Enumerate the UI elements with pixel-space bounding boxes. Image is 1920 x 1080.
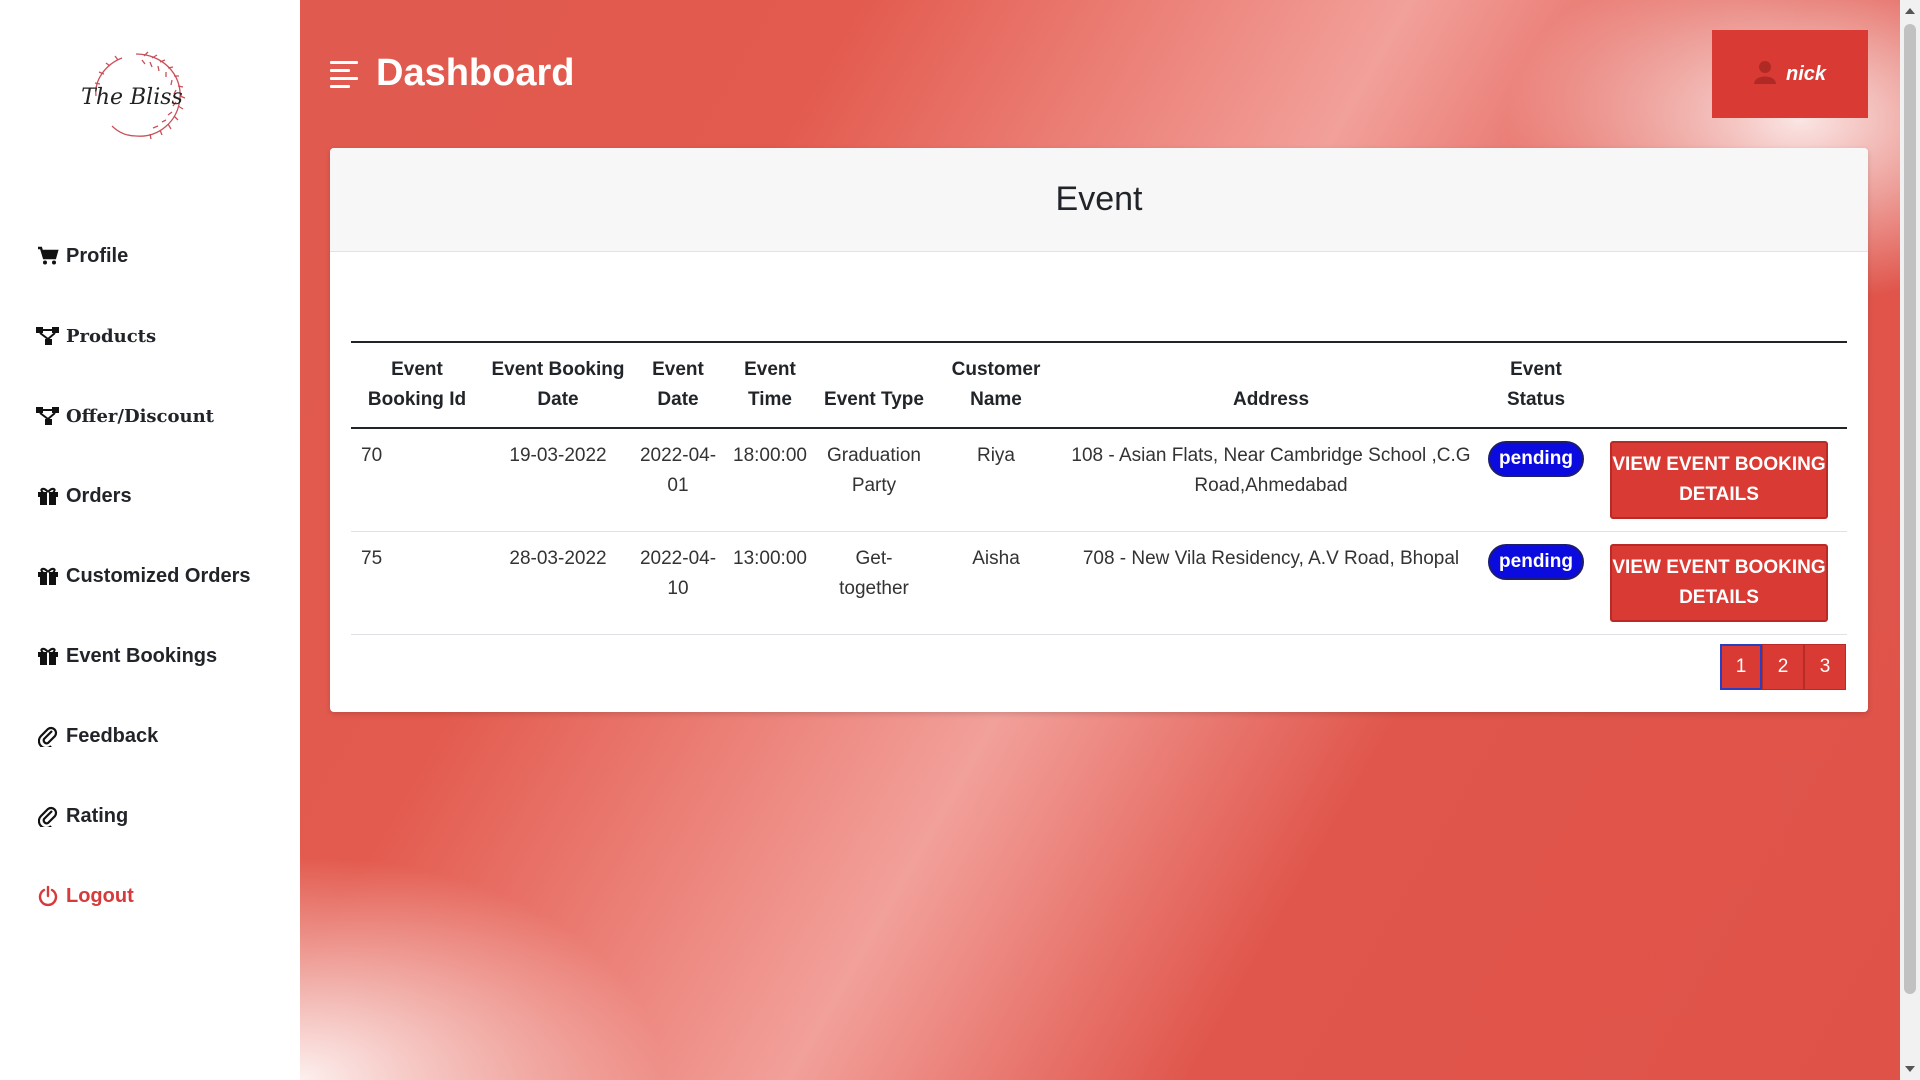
col-event-time: Event Time	[723, 341, 817, 429]
cell-booking-date: 19-03-2022	[483, 428, 633, 532]
cell-address: 108 - Asian Flats, Near Cambridge School…	[1061, 428, 1481, 532]
cell-booking-id: 75	[351, 531, 483, 635]
brand-logo[interactable]: The Bliss	[82, 48, 190, 142]
col-event-date: Event Date	[633, 341, 723, 429]
table-header-row: Event Booking Id Event Booking Date Even…	[351, 341, 1847, 429]
sidebar-item-offer-discount[interactable]: Offer/Discount	[36, 376, 286, 456]
col-address: Address	[1061, 341, 1481, 429]
power-icon	[36, 884, 60, 908]
user-menu-button[interactable]: nick	[1712, 30, 1868, 118]
sidebar-item-customized-orders[interactable]: Customized Orders	[36, 536, 286, 616]
col-event-type: Event Type	[817, 341, 931, 429]
sidebar-item-label: Feedback	[66, 724, 159, 747]
card-title: Event	[1055, 180, 1143, 218]
main-content: Dashboard nick Event Event Booking Id Ev…	[300, 0, 1900, 1080]
sidebar-item-label: Customized Orders	[66, 564, 251, 587]
sidebar-item-label: Products	[66, 325, 157, 347]
scroll-up-arrow-icon[interactable]	[1905, 8, 1915, 14]
sidebar-item-label: Profile	[66, 244, 129, 267]
sidebar-item-label: Logout	[66, 884, 134, 907]
page-button-2[interactable]: 2	[1762, 644, 1804, 690]
col-booking-id: Event Booking Id	[351, 341, 483, 429]
page-title: Dashboard	[376, 52, 575, 94]
cell-event-type: Graduation Party	[817, 428, 931, 532]
sidebar-item-event-bookings[interactable]: Event Bookings	[36, 616, 286, 696]
user-icon	[1753, 60, 1776, 89]
cell-event-type: Get-together	[817, 531, 931, 635]
sitemap-icon	[36, 324, 60, 348]
sitemap-icon	[36, 404, 60, 428]
svg-text:The Bliss: The Bliss	[82, 85, 183, 110]
event-table: Event Booking Id Event Booking Date Even…	[351, 341, 1847, 635]
page-button-1[interactable]: 1	[1720, 644, 1762, 690]
gift-icon	[36, 644, 60, 668]
sidebar-item-rating[interactable]: Rating	[36, 776, 286, 856]
cell-action: VIEW EVENT BOOKING DETAILS	[1591, 428, 1847, 532]
sidebar-item-orders[interactable]: Orders	[36, 456, 286, 536]
sidebar-item-profile[interactable]: Profile	[36, 216, 286, 296]
cell-status: pending	[1481, 428, 1591, 532]
status-badge: pending	[1488, 441, 1584, 477]
cell-event-time: 18:00:00	[723, 428, 817, 532]
logo-wreath-icon: The Bliss	[82, 51, 186, 140]
page-header: Dashboard	[330, 52, 574, 95]
sidebar-item-label: Event Bookings	[66, 644, 218, 667]
event-card: Event Event Booking Id Event Booking Dat…	[330, 148, 1868, 712]
cell-booking-id: 70	[351, 428, 483, 532]
col-customer-name: Customer Name	[931, 341, 1061, 429]
sidebar-nav: Profile Products Offer/Discount Orders C…	[36, 216, 286, 936]
sidebar-item-feedback[interactable]: Feedback	[36, 696, 286, 776]
sidebar-item-label: Offer/Discount	[66, 405, 214, 427]
menu-toggle-icon[interactable]	[330, 60, 358, 88]
view-booking-details-button[interactable]: VIEW EVENT BOOKING DETAILS	[1610, 544, 1828, 622]
cell-address: 708 - New Vila Residency, A.V Road, Bhop…	[1061, 531, 1481, 635]
sidebar-item-logout[interactable]: Logout	[36, 856, 286, 936]
cell-event-time: 13:00:00	[723, 531, 817, 635]
cell-event-date: 2022-04-10	[633, 531, 723, 635]
user-name: nick	[1785, 62, 1827, 85]
cart-icon	[36, 244, 60, 268]
col-booking-date: Event Booking Date	[483, 341, 633, 429]
table-row: 70 19-03-2022 2022-04-01 18:00:00 Gradua…	[351, 428, 1847, 532]
paperclip-icon	[36, 724, 60, 748]
pagination: 1 2 3	[1720, 644, 1846, 690]
sidebar-item-label: Rating	[66, 804, 129, 827]
cell-action: VIEW EVENT BOOKING DETAILS	[1591, 531, 1847, 635]
gift-icon	[36, 564, 60, 588]
cell-customer-name: Aisha	[931, 531, 1061, 635]
sidebar: The Bliss Profile Products Offer/Discoun…	[0, 0, 300, 1080]
vertical-scrollbar[interactable]	[1900, 0, 1920, 1080]
page-button-3[interactable]: 3	[1804, 644, 1846, 690]
paperclip-icon	[36, 804, 60, 828]
status-badge: pending	[1488, 544, 1584, 580]
scrollbar-thumb[interactable]	[1904, 24, 1916, 994]
cell-booking-date: 28-03-2022	[483, 531, 633, 635]
col-action	[1591, 341, 1847, 429]
cell-event-date: 2022-04-01	[633, 428, 723, 532]
sidebar-item-products[interactable]: Products	[36, 296, 286, 376]
table-row: 75 28-03-2022 2022-04-10 13:00:00 Get-to…	[351, 531, 1847, 635]
scroll-down-arrow-icon[interactable]	[1905, 1066, 1915, 1072]
card-header: Event	[330, 148, 1868, 252]
cell-status: pending	[1481, 531, 1591, 635]
col-status: Event Status	[1481, 341, 1591, 429]
cell-customer-name: Riya	[931, 428, 1061, 532]
sidebar-item-label: Orders	[66, 484, 132, 507]
view-booking-details-button[interactable]: VIEW EVENT BOOKING DETAILS	[1610, 441, 1828, 519]
gift-icon	[36, 484, 60, 508]
